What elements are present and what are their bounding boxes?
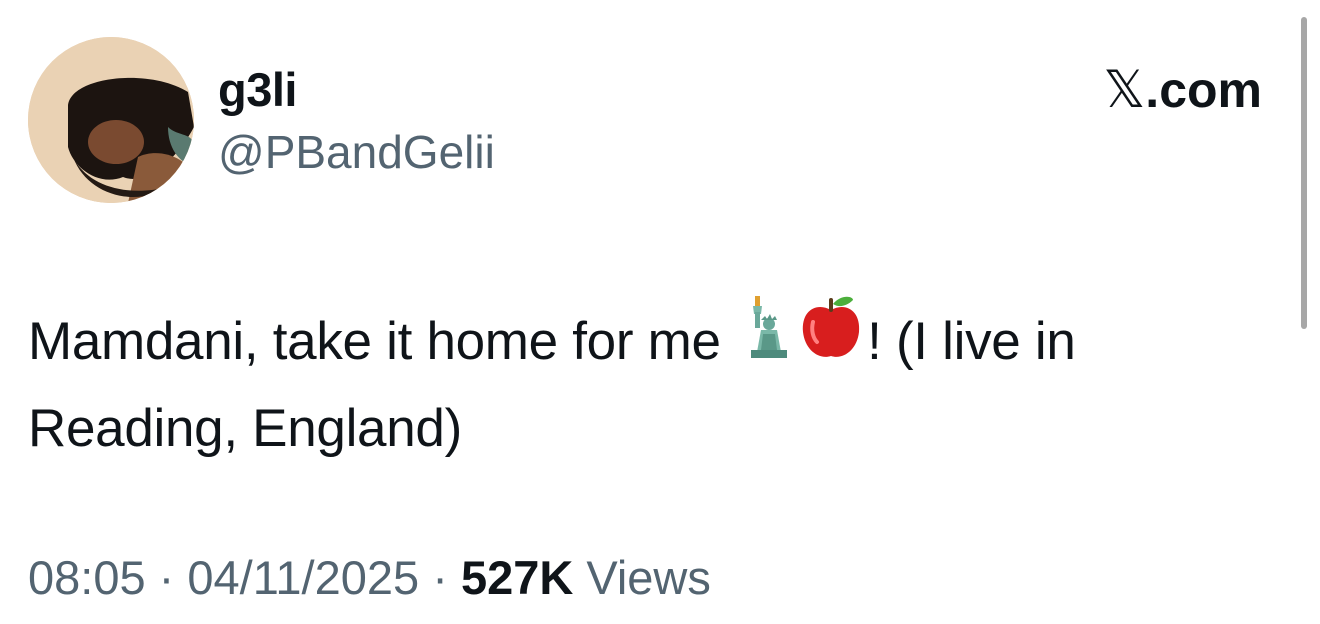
brand-suffix: .com xyxy=(1145,62,1262,118)
profile-photo-icon xyxy=(28,37,194,203)
red-apple-emoji-icon xyxy=(795,292,867,387)
meta-separator: · xyxy=(145,551,188,604)
views-label: Views xyxy=(573,551,711,604)
scrollbar[interactable] xyxy=(1301,17,1307,329)
x-com-brand: 𝕏 .com xyxy=(1103,60,1262,120)
views-count: 527K xyxy=(460,551,574,604)
avatar[interactable] xyxy=(28,37,194,203)
meta-separator: · xyxy=(419,551,461,604)
x-logo-icon: 𝕏 xyxy=(1103,60,1146,120)
tweet-date[interactable]: 04/11/2025 xyxy=(187,551,419,604)
tweet-text-part-1: Mamdani, take it home for me xyxy=(28,312,736,371)
tweet-time[interactable]: 08:05 xyxy=(28,551,146,604)
author-display-name[interactable]: g3li xyxy=(218,62,297,118)
tweet-text: Mamdani, take it home for me ! (I live i… xyxy=(28,295,1290,471)
tweet-meta: 08:05 · 04/11/2025 · 527K Views xyxy=(28,548,711,608)
author-handle[interactable]: @PBandGelii xyxy=(218,124,495,180)
statue-of-liberty-emoji-icon xyxy=(735,294,795,385)
